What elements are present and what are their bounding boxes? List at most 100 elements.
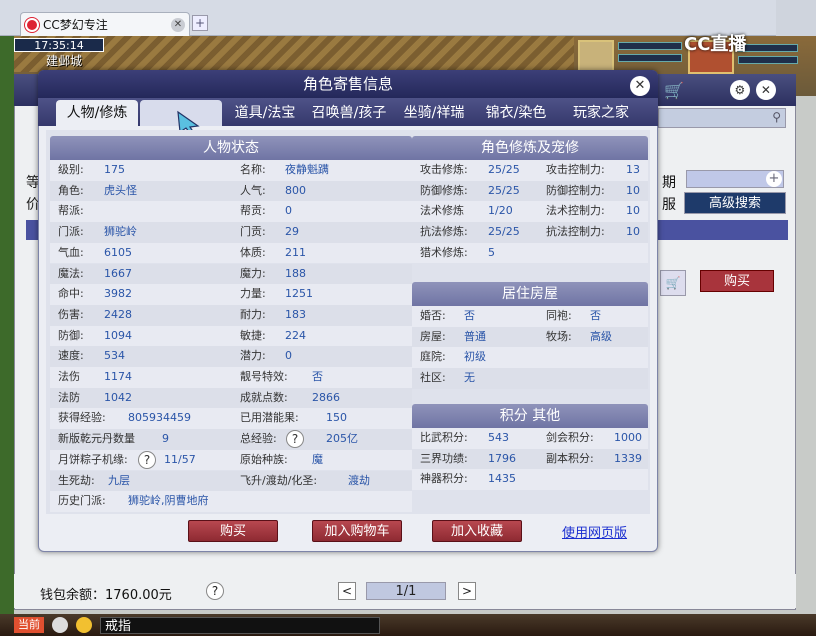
pet-avatar[interactable]: [578, 40, 614, 74]
status-label: 新版乾元丹数量: [58, 432, 135, 446]
pet-hp-bar: [618, 42, 682, 50]
browser-tab-title: CC梦幻专注: [43, 18, 108, 32]
status-value: 1042: [104, 390, 132, 404]
new-tab-button[interactable]: +: [192, 15, 208, 31]
status-value: 805934459: [128, 411, 191, 425]
browser-tab[interactable]: CC梦幻专注 ✕: [20, 12, 190, 36]
house-label: 婚否:: [420, 309, 446, 322]
add-to-cart-button[interactable]: 加入购物车: [312, 520, 402, 542]
help-icon[interactable]: ?: [138, 450, 156, 470]
points-label: 三界功绩:: [420, 451, 468, 465]
status-label: 飞升/渡劫/化圣:: [240, 473, 318, 487]
cultivation-label: 攻击控制力:: [546, 163, 605, 176]
question-mark-icon[interactable]: ?: [286, 430, 304, 449]
tab-mounts[interactable]: 坐骑/祥瑞: [396, 100, 472, 126]
status-label: 靓号特效:: [240, 370, 288, 383]
house-value: 初级: [464, 350, 486, 364]
status-label: 级别:: [58, 163, 84, 176]
status-label: 角色:: [58, 183, 84, 197]
status-value: 3982: [104, 287, 132, 301]
status-label: 名称:: [240, 163, 266, 176]
gear-icon[interactable]: ⚙: [729, 80, 750, 100]
dialog-close-icon[interactable]: ✕: [630, 76, 650, 96]
market-search-input[interactable]: ⚲: [658, 108, 786, 128]
status-value: 魔: [312, 452, 323, 466]
next-page-button[interactable]: >: [458, 582, 476, 600]
status-label: 防御:: [58, 328, 84, 342]
status-label: 气血:: [58, 245, 84, 259]
add-to-favorites-button[interactable]: 加入收藏: [432, 520, 522, 542]
cc-stream-logo: CC直播: [684, 34, 747, 55]
plus-icon[interactable]: +: [766, 171, 782, 187]
house-label: 庭院:: [420, 350, 446, 364]
web-version-link[interactable]: 使用网页版: [562, 522, 627, 541]
microphone-icon[interactable]: [52, 617, 68, 633]
close-tab-icon[interactable]: ✕: [171, 17, 185, 32]
points-label: 比武积分:: [420, 431, 468, 444]
status-value: 9: [162, 432, 169, 446]
tab-outfits-dye[interactable]: 锦衣/染色: [478, 100, 554, 126]
cultivation-label: 法术修炼: [420, 204, 464, 218]
prev-page-button[interactable]: <: [338, 582, 356, 600]
status-label: 伤害:: [58, 307, 84, 321]
section-points: 积分 其他: [412, 404, 648, 428]
points-label: 神器积分:: [420, 472, 468, 486]
list-buy-button[interactable]: 购买: [700, 270, 774, 292]
market-header-icons: 🛒 ⚙ ✕: [664, 78, 794, 102]
advanced-search-button[interactable]: 高级搜索: [684, 192, 786, 214]
help-icon[interactable]: ?: [286, 429, 304, 449]
status-label: 帮贡:: [240, 204, 266, 218]
points-value: 1435: [488, 472, 516, 486]
points-label: 副本积分:: [546, 451, 594, 465]
status-value: 狮驼岭: [104, 225, 137, 239]
channel-current-button[interactable]: 当前: [14, 617, 44, 633]
status-label: 敏捷:: [240, 328, 266, 342]
game-clock: 17:35:14: [14, 38, 104, 52]
status-value: 狮驼岭,阴曹地府: [128, 494, 209, 508]
chat-input[interactable]: 戒指: [100, 617, 380, 634]
cc-favicon-icon: [25, 17, 39, 32]
list-cart-icon[interactable]: 🛒: [660, 270, 686, 296]
market-close-icon[interactable]: ✕: [755, 80, 776, 100]
house-row: [412, 347, 648, 369]
cultivation-value: 25/25: [488, 163, 520, 176]
cart-icon[interactable]: 🛒: [664, 81, 684, 100]
status-label: 力量:: [240, 287, 266, 301]
house-value: 否: [590, 309, 601, 322]
pet-mp-bar: [618, 54, 682, 62]
cultivation-label: 攻击修炼:: [420, 163, 468, 176]
house-row: [412, 306, 648, 327]
tab-player-home[interactable]: 玩家之家: [562, 100, 640, 126]
cultivation-label: 防御控制力:: [546, 183, 605, 197]
tab-character-cultivation[interactable]: 人物/修炼: [56, 100, 138, 126]
search-icon[interactable]: ⚲: [772, 110, 781, 124]
house-label: 牧场:: [546, 329, 572, 343]
cultivation-value: 1/20: [488, 204, 513, 218]
tab-items-treasures[interactable]: 道具/法宝: [228, 100, 302, 126]
status-value: 11/57: [164, 452, 196, 466]
status-label: 总经验:: [240, 432, 277, 446]
help-icon[interactable]: ?: [206, 582, 224, 600]
house-row: [412, 368, 648, 389]
status-label: 魔力:: [240, 266, 266, 280]
status-value: 150: [326, 411, 347, 425]
dialog-title: 角色寄售信息: [38, 70, 658, 98]
status-value: 九层: [108, 473, 130, 487]
status-value: 534: [104, 349, 125, 363]
section-character-status: 人物状态: [50, 136, 412, 160]
question-mark-icon[interactable]: ?: [138, 450, 156, 469]
status-value: 虎头怪: [104, 183, 137, 197]
cultivation-label: 抗法修炼:: [420, 225, 468, 239]
status-value: 6105: [104, 245, 132, 259]
buy-button[interactable]: 购买: [188, 520, 278, 542]
tab-pets-children[interactable]: 召唤兽/孩子: [306, 100, 392, 126]
points-value: 1796: [488, 451, 516, 465]
status-label: 耐力:: [240, 307, 266, 321]
status-value: 211: [285, 245, 306, 259]
house-value: 高级: [590, 329, 612, 343]
house-value: 否: [464, 309, 475, 322]
emoji-icon[interactable]: [76, 617, 92, 633]
house-value: 普通: [464, 329, 486, 343]
status-value: 29: [285, 225, 299, 239]
points-value: 1339: [614, 451, 642, 465]
